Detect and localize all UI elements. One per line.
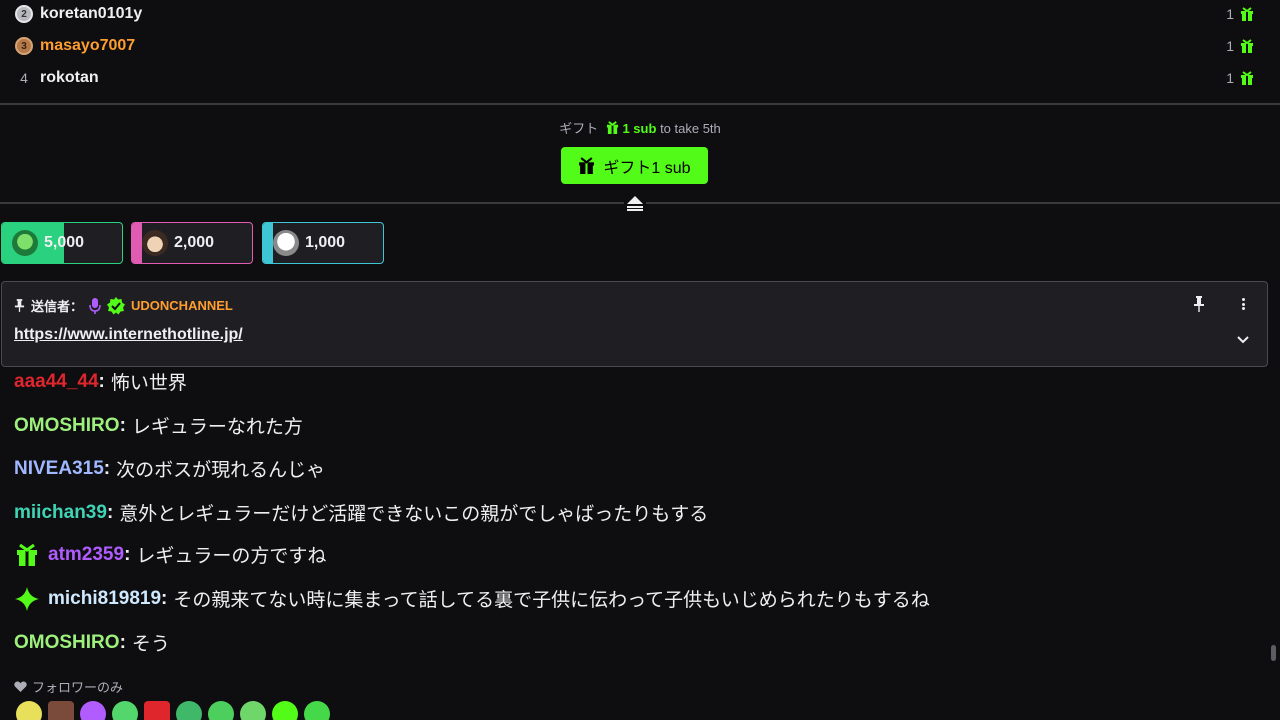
gift-icon — [1241, 7, 1253, 21]
emote-icon[interactable] — [176, 701, 202, 720]
chat-message: michi819819: その親来てない時に集まって話してる裏で子供に伝わって子… — [14, 585, 930, 612]
reward-pill[interactable]: 5,000 — [1, 222, 123, 264]
chevron-down-icon[interactable] — [1235, 332, 1251, 348]
chat-message: aaa44_44: 怖い世界 — [14, 368, 187, 395]
chat-username[interactable]: atm2359 — [48, 544, 124, 566]
sparkle-badge-icon — [15, 586, 39, 611]
follower-only-label: フォロワーのみ — [32, 680, 124, 695]
rank-badge: 3 — [15, 37, 33, 55]
rank-badge: 2 — [15, 5, 33, 23]
chat-message: miichan39: 意外とレギュラーだけど活躍できないこの親がでしゃばったりも… — [14, 499, 708, 526]
collapse-handle[interactable] — [624, 193, 646, 213]
gift-icon — [579, 157, 595, 174]
chat-message: OMOSHIRO: レギュラーなれた方 — [14, 412, 303, 439]
gift-count: 1 — [1226, 38, 1234, 54]
chat-username[interactable]: michi819819 — [48, 588, 161, 610]
avatar — [142, 230, 168, 256]
reward-pill[interactable]: 1,000 — [262, 222, 384, 264]
reward-amount: 2,000 — [174, 234, 215, 251]
microphone-icon — [89, 297, 101, 314]
gift-count: 1 — [1226, 6, 1234, 22]
pin-icon — [14, 299, 25, 312]
leaderboard-name[interactable]: rokotan — [40, 69, 99, 87]
chat-username[interactable]: NIVEA315 — [14, 458, 104, 480]
pin-icon[interactable] — [1191, 296, 1207, 312]
verified-icon — [107, 296, 126, 314]
gift-icon — [1241, 39, 1253, 53]
gift-hint-amount: 1 sub — [622, 121, 657, 136]
divider — [0, 103, 1280, 105]
leaderboard-name[interactable]: masayo7007 — [40, 37, 135, 55]
emote-icon[interactable] — [208, 701, 234, 720]
gift-badge-icon — [17, 543, 37, 566]
more-options-icon[interactable] — [1235, 296, 1251, 312]
emote-icon[interactable] — [80, 701, 106, 720]
emote-icon[interactable] — [240, 701, 266, 720]
chat-text: そう — [131, 634, 170, 655]
gift-hint-suffix: to take 5th — [660, 121, 721, 136]
gift-count: 1 — [1226, 70, 1234, 86]
chat-message: NIVEA315: 次のボスが現れるんじゃ — [14, 455, 325, 482]
follower-only-notice: フォロワーのみ — [14, 677, 123, 696]
avatar — [12, 230, 38, 256]
heart-icon — [14, 681, 27, 692]
gift-hint-prefix: ギフト — [559, 121, 599, 136]
reward-progress — [132, 223, 142, 263]
leaderboard-name[interactable]: koretan0101y — [40, 5, 142, 23]
gift-sub-button[interactable]: ギフト1 sub — [561, 147, 708, 184]
reward-pill[interactable]: 2,000 — [131, 222, 253, 264]
leaderboard-row: 2 koretan0101y 1 — [0, 0, 1280, 30]
chat-username[interactable]: OMOSHIRO — [14, 632, 120, 654]
emote-icon[interactable] — [16, 701, 42, 720]
leaderboard-row: 4 rokotan 1 — [0, 62, 1280, 94]
chat-text: その親来てない時に集まって話してる裏で子供に伝わって子供もいじめられたりもするね — [173, 590, 930, 611]
chat-text: 意外とレギュラーだけど活躍できないこの親がでしゃばったりもする — [119, 504, 709, 525]
emote-icon[interactable] — [304, 701, 330, 720]
chat-text: レギュラーの方ですね — [136, 546, 327, 567]
chat-text: 次のボスが現れるんじゃ — [116, 460, 326, 481]
pinned-link[interactable]: https://www.internethotline.jp/ — [14, 326, 243, 344]
eject-icon — [627, 196, 643, 211]
emote-icon[interactable] — [272, 701, 298, 720]
chat-message: atm2359: レギュラーの方ですね — [14, 541, 326, 568]
reward-amount: 5,000 — [44, 234, 85, 251]
emote-icon[interactable] — [144, 701, 170, 720]
reward-progress — [263, 223, 273, 263]
reward-amount: 1,000 — [305, 234, 346, 251]
chat-username[interactable]: OMOSHIRO — [14, 415, 120, 437]
chat-username[interactable]: miichan39 — [14, 502, 107, 524]
gift-hint: ギフト 1 sub to take 5th — [0, 118, 1280, 137]
pinned-sender-name[interactable]: UDONCHANNEL — [131, 298, 233, 313]
emote-icon[interactable] — [48, 701, 74, 720]
gift-icon — [1241, 71, 1253, 85]
gift-sub-button-label: ギフト1 sub — [603, 159, 691, 177]
chat-text: 怖い世界 — [110, 373, 187, 394]
leaderboard-row: 3 masayo7007 1 — [0, 30, 1280, 62]
pinned-sender: 送信者： UDONCHANNEL — [14, 296, 233, 315]
pinned-message: 送信者： UDONCHANNEL https://www.internethot… — [1, 281, 1268, 367]
pinned-sender-label: 送信者： — [31, 299, 84, 314]
avatar — [273, 230, 299, 256]
emote-icon[interactable] — [112, 701, 138, 720]
chat-text: レギュラーなれた方 — [131, 417, 303, 438]
gift-icon — [606, 121, 618, 134]
chat-username[interactable]: aaa44_44 — [14, 371, 99, 393]
chat-message: OMOSHIRO: そう — [14, 629, 170, 656]
emote-row — [16, 701, 330, 720]
rank-number: 4 — [20, 70, 28, 86]
scrollbar[interactable] — [1271, 645, 1276, 661]
